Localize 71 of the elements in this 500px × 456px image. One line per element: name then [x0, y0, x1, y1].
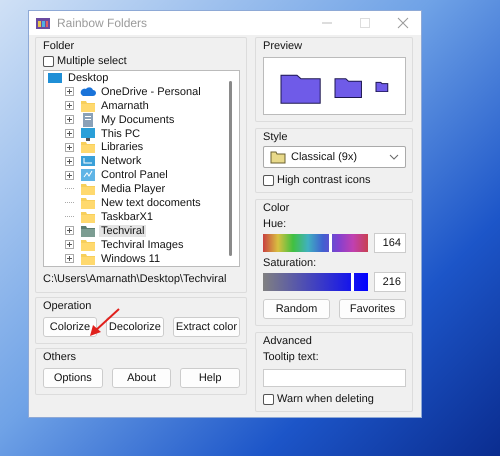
checkbox[interactable]	[263, 394, 274, 404]
path-text: C:\Users\Amarnath\Desktop\Techviral	[43, 272, 228, 286]
push-button[interactable]: Extract color	[172, 317, 240, 337]
close-icon	[397, 17, 409, 29]
group-title: Preview	[263, 40, 304, 52]
chevron-down-icon	[389, 154, 399, 160]
tree-item[interactable]: Media Player	[99, 183, 168, 196]
expand-icon[interactable]	[65, 87, 74, 96]
tree-item[interactable]: Libraries	[99, 141, 146, 154]
slider-track[interactable]	[263, 234, 368, 252]
monitor-icon	[80, 126, 96, 142]
expand-icon[interactable]	[65, 170, 74, 180]
scrollbar[interactable]	[229, 81, 232, 256]
tree-item[interactable]: Amarnath	[99, 100, 151, 112]
group-title: Operation	[43, 300, 92, 312]
expand-icon[interactable]	[65, 115, 74, 124]
push-button[interactable]: Random	[263, 299, 330, 319]
push-button[interactable]: Decolorize	[106, 317, 164, 337]
folder-icon	[270, 150, 286, 164]
slider-thumb[interactable]	[329, 234, 332, 252]
expand-icon[interactable]	[65, 101, 74, 110]
group-title: Style	[263, 131, 288, 143]
slider-thumb[interactable]	[351, 273, 354, 291]
expand-icon[interactable]	[65, 240, 74, 250]
push-button[interactable]: Favorites	[339, 299, 406, 319]
control-panel-icon	[80, 167, 96, 184]
push-button[interactable]: Options	[43, 368, 103, 388]
push-button[interactable]: Colorize	[43, 317, 97, 337]
checkbox[interactable]	[43, 56, 54, 66]
value-field[interactable]: 216	[374, 272, 406, 292]
tree-item[interactable]: New text docoments	[99, 196, 203, 209]
push-button[interactable]: Help	[180, 368, 240, 388]
slider-label: Hue:	[263, 217, 288, 230]
document-icon	[80, 112, 96, 128]
desktop-icon	[47, 71, 63, 86]
group-title: Advanced	[263, 335, 313, 347]
app-logo-icon	[35, 15, 51, 31]
tree-item[interactable]: This PC	[99, 128, 142, 140]
maximize-icon	[359, 17, 371, 29]
slider-track[interactable]	[263, 273, 368, 291]
slider-label: Saturation:	[263, 256, 318, 269]
checkbox-label: Warn when deleting	[277, 393, 374, 405]
push-button[interactable]: About	[112, 368, 172, 388]
expand-icon[interactable]	[65, 226, 74, 236]
tree-item[interactable]: Control Panel	[99, 169, 170, 182]
tree-item[interactable]: Windows 11	[99, 252, 162, 265]
group-title: Others	[43, 351, 78, 363]
expand-icon[interactable]	[65, 254, 74, 264]
tree-item[interactable]: Techviral	[99, 224, 146, 237]
tree-item[interactable]: Techviral Images	[99, 238, 186, 251]
checkbox-label: Multiple select	[57, 55, 127, 67]
expand-icon[interactable]	[65, 142, 74, 152]
folder-icon	[80, 139, 96, 156]
field-label: Tooltip text:	[263, 350, 320, 363]
style-dropdown[interactable]: Classical (9x)	[263, 146, 406, 168]
expand-icon[interactable]	[65, 129, 74, 138]
checkbox-label: High contrast icons	[277, 174, 371, 186]
tree-item[interactable]: Network	[99, 155, 144, 168]
tree-item[interactable]: Desktop	[66, 72, 110, 84]
folder-icon	[375, 80, 389, 92]
folder-icon	[80, 181, 96, 198]
tree-item[interactable]: TaskbarX1	[99, 210, 155, 223]
expand-icon[interactable]	[65, 156, 74, 166]
group-title: Color	[263, 202, 290, 214]
value-field[interactable]: 164	[374, 233, 406, 253]
group-title: Folder	[43, 40, 76, 52]
tree-item[interactable]: My Documents	[99, 114, 176, 126]
window-title: Rainbow Folders	[57, 16, 148, 30]
tooltip-field[interactable]	[263, 369, 406, 387]
checkbox[interactable]	[263, 174, 274, 186]
tree-item[interactable]: OneDrive - Personal	[99, 86, 203, 98]
